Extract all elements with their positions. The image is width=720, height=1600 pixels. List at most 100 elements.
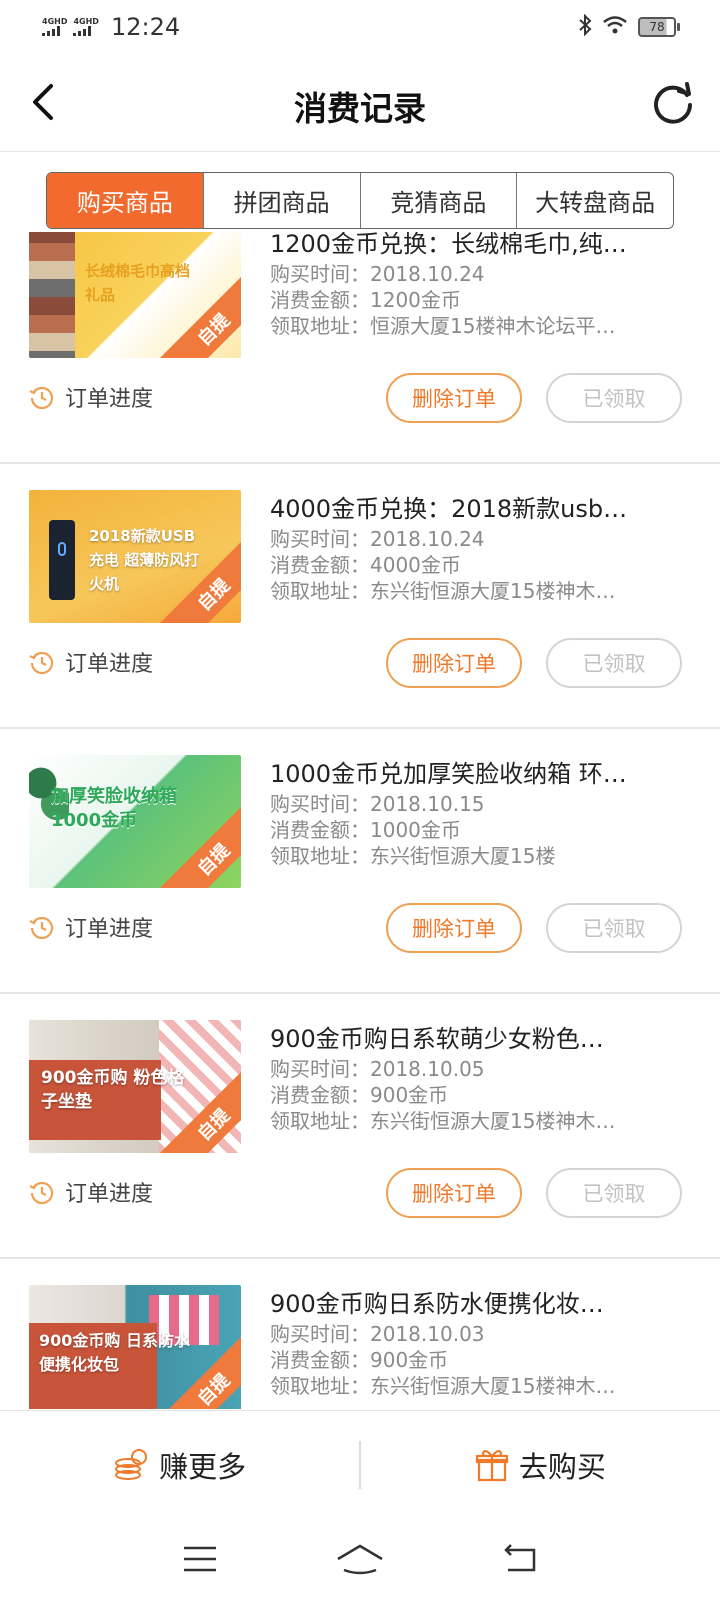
received-button: 已领取 [546,373,682,423]
purchase-time: 购买时间：2018.10.15 [270,791,670,817]
return-icon [504,1544,536,1572]
address-label: 领取地址： [270,314,370,338]
order-progress-link[interactable]: 订单进度 [29,642,153,682]
spent-amount: 消费金额：4000金币 [270,552,670,578]
progress-label: 订单进度 [65,917,154,942]
order-card: 900金币购 粉色格子坐垫 自提 900金币购日系软萌少女粉色… 购买时间：20… [0,994,720,1259]
order-list[interactable]: 长绒棉毛巾高档礼品 自提 1200金币兑换：长绒棉毛巾,纯… 购买时间：2018… [0,232,720,1409]
history-clock-icon [29,651,54,675]
spent-amount: 消费金额：1000金币 [270,817,670,843]
address-value: 东兴街恒源大厦15楼神木… [370,579,616,603]
amount-label: 消费金额： [270,1348,370,1372]
status-bar: 4GHD 4GHD 12:24 78 [0,0,720,54]
address-value: 恒源大厦15楼神木论坛平… [370,314,616,338]
menu-icon [184,1546,216,1572]
amount-label: 消费金额： [270,1083,370,1107]
time-value: 2018.10.15 [370,792,485,816]
signal-1-icon: 4GHD [42,18,67,36]
tab-group-buy[interactable]: 拼团商品 [202,173,360,228]
time-value: 2018.10.24 [370,527,485,551]
delete-order-button[interactable]: 删除订单 [386,373,522,423]
battery-icon: 78 [638,17,680,37]
amount-value: 900金币 [370,1348,449,1372]
tab-guess[interactable]: 竞猜商品 [359,173,517,228]
order-progress-link[interactable]: 订单进度 [29,377,153,417]
address-label: 领取地址： [270,579,370,603]
product-name: 900金币购日系软萌少女粉色… [270,1025,604,1053]
amount-value: 4000金币 [370,553,461,577]
product-thumbnail[interactable]: 900金币购 粉色格子坐垫 自提 [29,1020,241,1153]
back-nav-button[interactable] [490,1534,550,1584]
history-clock-icon [29,1181,54,1205]
pickup-address: 领取地址：东兴街恒源大厦15楼 [270,843,670,869]
thumbnail-caption: 长绒棉毛巾高档礼品 [85,262,191,304]
home-button[interactable] [330,1534,390,1584]
thumbnail-caption: 2018新款USB充电 超薄防风打火机 [89,527,200,593]
thumbnail-caption: 加厚笑脸收纳箱 1000金币 [51,786,177,831]
progress-label: 订单进度 [65,652,154,677]
received-button: 已领取 [546,638,682,688]
home-icon [337,1544,383,1575]
address-value: 东兴街恒源大厦15楼神木… [370,1374,616,1398]
go-buy-button[interactable]: 去购买 [361,1411,720,1518]
order-card: 900金币购 日系防水便携化妆包 自提 900金币购日系防水便携化妆… 购买时间… [0,1259,720,1409]
refresh-icon [654,82,692,124]
product-name: 4000金币兑换：2018新款usb… [270,495,628,523]
product-name: 1200金币兑换：长绒棉毛巾,纯… [270,232,627,258]
wifi-icon [602,15,628,39]
time-label: 购买时间： [270,1057,370,1081]
time-value: 2018.10.24 [370,262,485,286]
spent-amount: 消费金额：1200金币 [270,287,670,313]
go-buy-label: 去购买 [518,1449,606,1484]
spent-amount: 消费金额：900金币 [270,1347,670,1373]
battery-level: 78 [638,17,676,37]
delete-order-button[interactable]: 删除订单 [386,903,522,953]
gift-icon [475,1449,508,1481]
history-clock-icon [29,916,54,940]
amount-label: 消费金额： [270,818,370,842]
tab-wheel[interactable]: 大转盘商品 [516,173,673,228]
earn-more-button[interactable]: 赚更多 [0,1411,359,1518]
amount-value: 1200金币 [370,288,461,312]
progress-label: 订单进度 [65,387,154,412]
menu-button[interactable] [170,1534,230,1584]
address-label: 领取地址： [270,1374,370,1398]
product-thumbnail[interactable]: 2018新款USB充电 超薄防风打火机 自提 [29,490,241,623]
delete-order-button[interactable]: 删除订单 [386,638,522,688]
refresh-button[interactable] [648,78,698,128]
order-card: 2018新款USB充电 超薄防风打火机 自提 4000金币兑换：2018新款us… [0,464,720,729]
purchase-time: 购买时间：2018.10.03 [270,1321,670,1347]
page-title: 消费记录 [294,89,426,128]
address-value: 东兴街恒源大厦15楼 [370,844,556,868]
tab-purchase[interactable]: 购买商品 [47,173,203,228]
product-thumbnail[interactable]: 长绒棉毛巾高档礼品 自提 [29,232,241,358]
delete-order-button[interactable]: 删除订单 [386,1168,522,1218]
clock: 12:24 [110,13,181,41]
order-info: 1000金币兑加厚笑脸收纳箱 环… 购买时间：2018.10.15 消费金额：1… [270,757,670,869]
order-card: 长绒棉毛巾高档礼品 自提 1200金币兑换：长绒棉毛巾,纯… 购买时间：2018… [0,232,720,464]
ribbon-label: 自提 [193,839,235,881]
progress-label: 订单进度 [65,1182,154,1207]
order-progress-link[interactable]: 订单进度 [29,1172,153,1212]
system-nav-bar [0,1518,720,1600]
ribbon-label: 自提 [193,309,235,351]
address-label: 领取地址： [270,1109,370,1133]
amount-label: 消费金额： [270,288,370,312]
order-card: 加厚笑脸收纳箱 1000金币 自提 1000金币兑加厚笑脸收纳箱 环… 购买时间… [0,729,720,994]
pickup-address: 领取地址：恒源大厦15楼神木论坛平… [270,313,670,339]
category-tabs: 购买商品 拼团商品 竞猜商品 大转盘商品 [46,172,674,229]
time-label: 购买时间： [270,262,370,286]
pickup-address: 领取地址：东兴街恒源大厦15楼神木… [270,1373,670,1399]
product-thumbnail[interactable]: 900金币购 日系防水便携化妆包 自提 [29,1285,241,1409]
order-info: 900金币购日系软萌少女粉色… 购买时间：2018.10.05 消费金额：900… [270,1022,670,1134]
product-thumbnail[interactable]: 加厚笑脸收纳箱 1000金币 自提 [29,755,241,888]
order-info: 1200金币兑换：长绒棉毛巾,纯… 购买时间：2018.10.24 消费金额：1… [270,232,670,339]
received-button: 已领取 [546,1168,682,1218]
order-progress-link[interactable]: 订单进度 [29,907,153,947]
sim2-label: 4GHD [73,17,99,26]
sim1-label: 4GHD [42,17,68,26]
thumbnail-caption: 900金币购 日系防水便携化妆包 [39,1331,190,1374]
bluetooth-icon [578,13,592,40]
time-label: 购买时间： [270,1322,370,1346]
earn-more-label: 赚更多 [159,1449,247,1484]
